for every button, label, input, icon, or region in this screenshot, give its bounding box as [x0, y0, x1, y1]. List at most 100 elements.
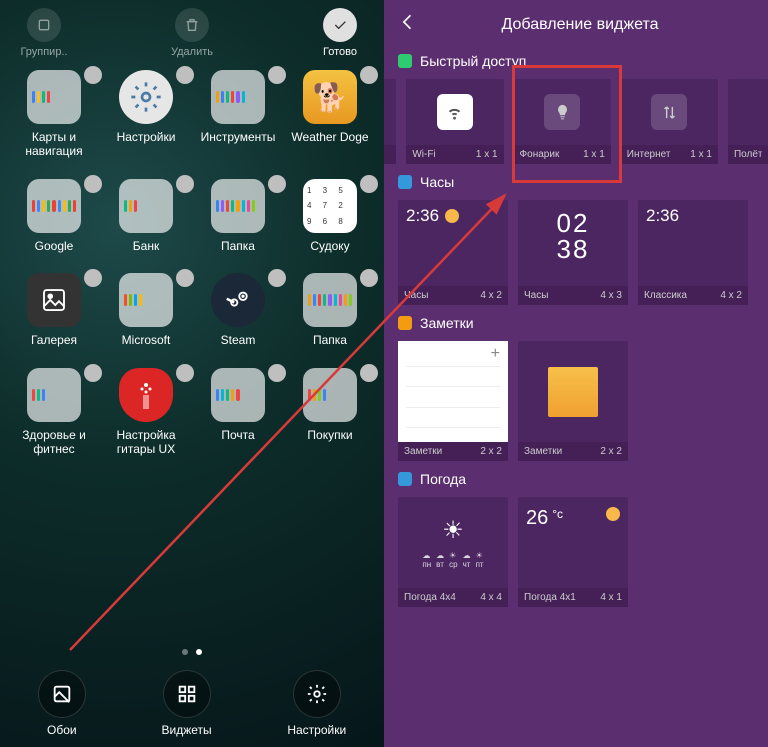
data-icon: [651, 94, 687, 130]
app-mail[interactable]: Почта: [194, 368, 282, 457]
notes-row: +Заметки2 x 2 Заметки2 x 2: [384, 333, 768, 467]
section-notes: Заметки: [384, 311, 768, 333]
widget-note-2[interactable]: Заметки2 x 2: [518, 341, 628, 461]
app-folder1[interactable]: Папка: [194, 179, 282, 253]
w-size: 4 x 4: [480, 592, 502, 603]
trash-icon: [184, 17, 200, 33]
wifi-icon: [437, 94, 473, 130]
delete-button[interactable]: Удалить: [162, 8, 222, 58]
w-lbl: Погода 4x4: [404, 592, 456, 603]
w-size: 2 x 2: [600, 446, 622, 457]
w-size: 2 x 2: [480, 446, 502, 457]
app-folder2[interactable]: Папка: [286, 273, 374, 347]
home-editor-panel: Группир.. Удалить Готово Карты и навигац…: [0, 0, 384, 747]
temp: 26: [526, 507, 548, 530]
settings-button[interactable]: Настройки: [287, 670, 346, 737]
app-label: Инструменты: [201, 130, 276, 144]
w-size: 4 x 1: [600, 592, 622, 603]
group-button[interactable]: Группир..: [14, 8, 74, 58]
app-sudoku[interactable]: 135472968Судоку: [286, 179, 374, 253]
widget-clock-2[interactable]: 0238Часы4 x 3: [518, 200, 628, 305]
app-bank[interactable]: Банк: [102, 179, 190, 253]
app-shopping[interactable]: Покупки: [286, 368, 374, 457]
w-size: 1 x 1: [690, 149, 712, 160]
w-lbl: Погода 4x1: [524, 592, 576, 603]
section-clock: Часы: [384, 170, 768, 192]
app-health[interactable]: Здоровье и фитнес: [10, 368, 98, 457]
app-label: Google: [35, 239, 74, 253]
app-steam[interactable]: Steam: [194, 273, 282, 347]
sun-icon: [445, 209, 459, 223]
w-lbl: Wi-Fi: [412, 149, 435, 160]
widgets-icon: [176, 683, 198, 705]
widgets-label: Виджеты: [162, 723, 212, 737]
app-settings[interactable]: Настройки: [102, 70, 190, 159]
w-size: 4 x 2: [720, 290, 742, 301]
app-gallery[interactable]: Галерея: [10, 273, 98, 347]
check-icon: [332, 17, 348, 33]
gear-icon: [306, 683, 328, 705]
wallpapers-button[interactable]: Обои: [38, 670, 86, 737]
top-actions: Группир.. Удалить Готово: [0, 0, 384, 62]
bottom-bar: Обои Виджеты Настройки: [0, 670, 384, 737]
quick-row: к Wi-Fi1 x 1 Фонарик1 x 1 Интернет1 x 1 …: [384, 71, 768, 170]
w-lbl: Фонарик: [520, 149, 560, 160]
app-label: Weather Doge: [291, 130, 368, 144]
widget-airplane[interactable]: Полёт: [728, 79, 768, 164]
widget-clipped[interactable]: к: [384, 79, 396, 164]
time: 2:36: [406, 206, 439, 226]
widget-wifi[interactable]: Wi-Fi 1 x 1: [406, 79, 503, 164]
weather-row: ☀☁пн☁вт☀ср☁чт☀птПогода 4x44 x 4 26°cПого…: [384, 489, 768, 613]
widget-weather-2[interactable]: 26°cПогода 4x14 x 1: [518, 497, 628, 607]
app-guitar[interactable]: Настройка гитары UX: [102, 368, 190, 457]
app-microsoft[interactable]: Microsoft: [102, 273, 190, 347]
app-label: Почта: [221, 428, 254, 442]
back-button[interactable]: [398, 12, 418, 37]
rect-icon: [36, 17, 52, 33]
gallery-icon: [39, 285, 69, 315]
app-google[interactable]: Google: [10, 179, 98, 253]
widget-clock-1[interactable]: 2:36Часы4 x 2: [398, 200, 508, 305]
done-label: Готово: [323, 46, 357, 58]
gear-icon: [130, 81, 162, 113]
section-quick-label: Быстрый доступ: [420, 53, 526, 69]
section-weather-label: Погода: [420, 471, 466, 487]
widget-weather-1[interactable]: ☀☁пн☁вт☀ср☁чт☀птПогода 4x44 x 4: [398, 497, 508, 607]
section-weather: Погода: [384, 467, 768, 489]
app-maps[interactable]: Карты и навигация: [10, 70, 98, 159]
app-label: Настройка гитары UX: [102, 428, 190, 457]
app-label: Банк: [133, 239, 159, 253]
widgets-button[interactable]: Виджеты: [162, 670, 212, 737]
widget-note-1[interactable]: +Заметки2 x 2: [398, 341, 508, 461]
done-button[interactable]: Готово: [310, 8, 370, 58]
app-label: Здоровье и фитнес: [10, 428, 98, 457]
clock-row: 2:36Часы4 x 2 0238Часы4 x 3 2:36Классика…: [384, 192, 768, 311]
section-notes-label: Заметки: [420, 315, 474, 331]
app-tools[interactable]: Инструменты: [194, 70, 282, 159]
w-lbl: Интернет: [627, 149, 671, 160]
time: 2:36: [646, 206, 679, 226]
w-size: 1 x 1: [476, 149, 498, 160]
delete-label: Удалить: [171, 46, 213, 58]
w-size: 1 x 1: [583, 149, 605, 160]
w-size: 4 x 3: [600, 290, 622, 301]
widget-clock-3[interactable]: 2:36Классика4 x 2: [638, 200, 748, 305]
widget-internet[interactable]: Интернет 1 x 1: [621, 79, 718, 164]
app-label: Карты и навигация: [10, 130, 98, 159]
sun-icon: [606, 507, 620, 521]
steam-icon: [223, 285, 253, 315]
app-label: Галерея: [31, 333, 77, 347]
widget-flashlight[interactable]: Фонарик 1 x 1: [514, 79, 611, 164]
t2: 38: [557, 234, 590, 264]
page-indicator: [0, 649, 384, 655]
app-label: Microsoft: [122, 333, 171, 347]
w-lbl: Заметки: [404, 446, 442, 457]
group-label: Группир..: [20, 46, 67, 58]
sun-icon: ☀: [442, 516, 464, 545]
app-weatherdoge[interactable]: 🐕Weather Doge: [286, 70, 374, 159]
widget-title: Добавление виджета: [434, 16, 726, 34]
app-label: Судоку: [310, 239, 349, 253]
wallpaper-label: Обои: [47, 723, 77, 737]
section-quick: Быстрый доступ: [384, 49, 768, 71]
bulb-icon: [544, 94, 580, 130]
